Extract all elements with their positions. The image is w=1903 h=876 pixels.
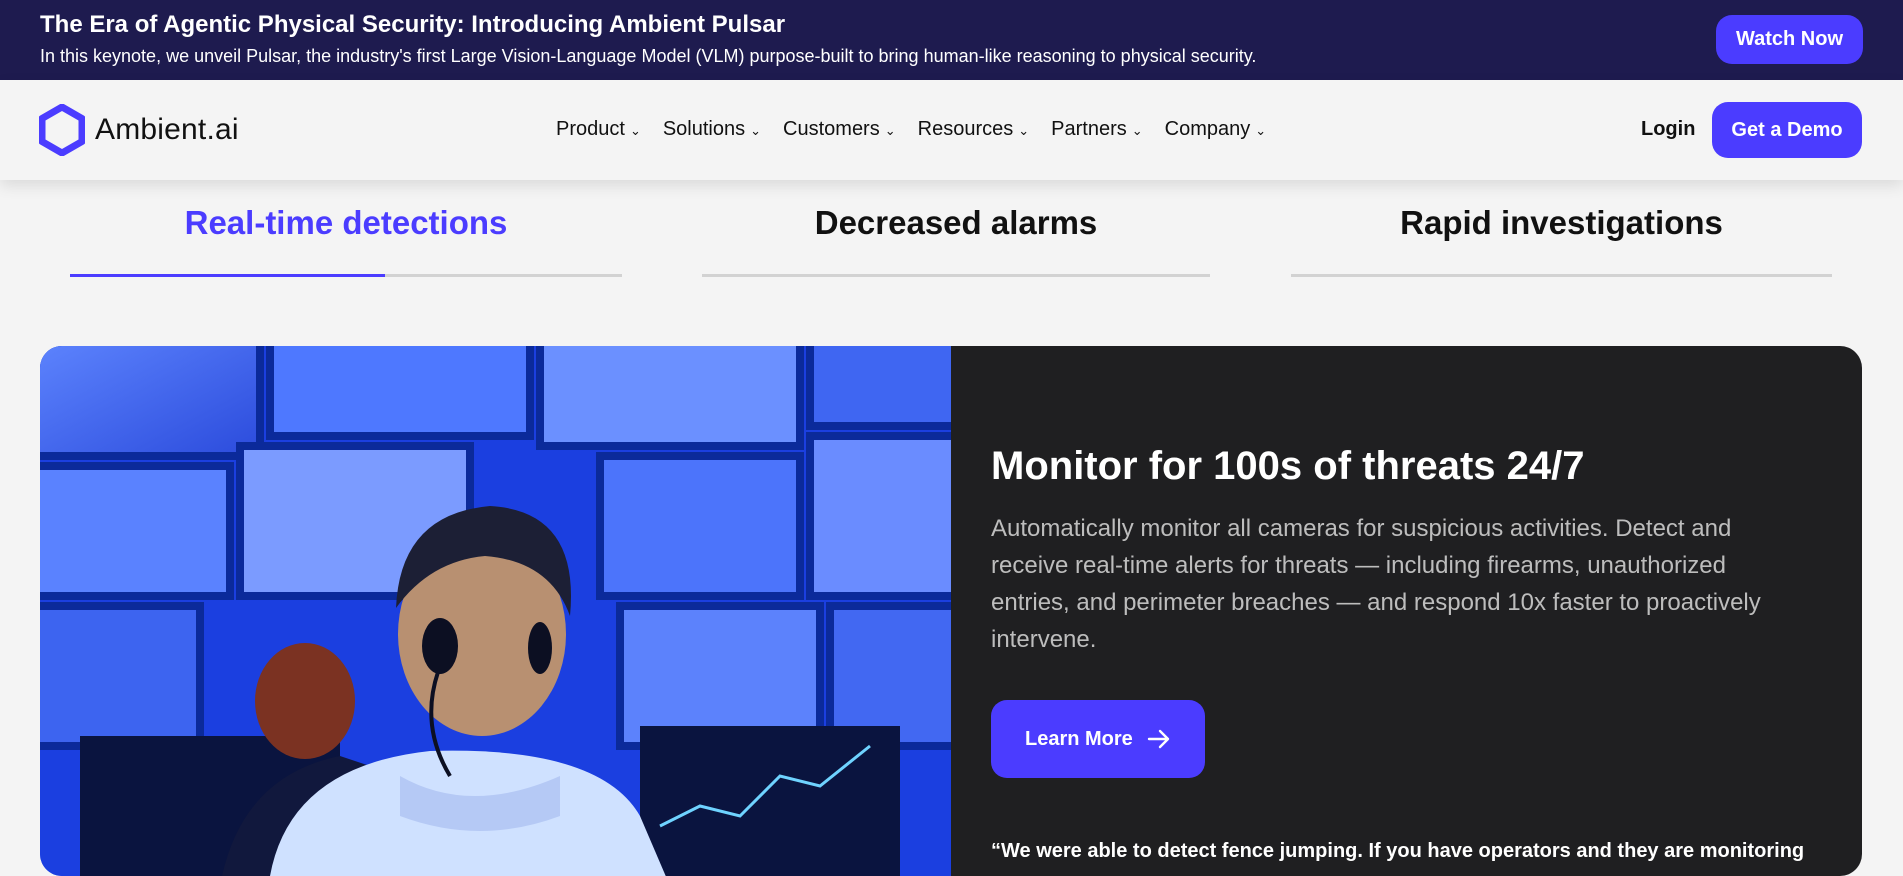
feature-card: Monitor for 100s of threats 24/7 Automat… xyxy=(40,346,1862,876)
learn-more-button[interactable]: Learn More xyxy=(991,700,1205,778)
logo[interactable]: Ambient.ai xyxy=(39,104,239,156)
feature-description: Automatically monitor all cameras for su… xyxy=(991,515,1761,653)
nav-item-label: Customers xyxy=(783,118,880,140)
tab-underline xyxy=(1291,274,1832,277)
chevron-down-icon: ⌄ xyxy=(629,122,641,138)
nav-item-customers[interactable]: Customers ⌄ xyxy=(783,118,896,141)
login-link[interactable]: Login xyxy=(1641,118,1695,141)
hexagon-logo-icon xyxy=(39,104,85,156)
operator-illustration xyxy=(40,346,951,876)
nav-item-label: Product xyxy=(556,118,625,140)
tab-underline xyxy=(70,274,622,277)
tab-real-time-detections[interactable]: Real-time detections xyxy=(70,204,622,242)
chevron-down-icon: ⌄ xyxy=(884,122,896,138)
nav-item-resources[interactable]: Resources ⌄ xyxy=(918,118,1030,141)
announcement-bar: The Era of Agentic Physical Security: In… xyxy=(0,0,1903,80)
tab-underline xyxy=(702,274,1210,277)
tab-decreased-alarms[interactable]: Decreased alarms xyxy=(702,204,1210,242)
chevron-down-icon: ⌄ xyxy=(1018,122,1030,138)
chevron-down-icon: ⌄ xyxy=(1131,122,1143,138)
nav-item-label: Partners xyxy=(1051,118,1127,140)
nav-item-label: Resources xyxy=(917,118,1014,140)
nav-item-label: Solutions xyxy=(662,118,746,140)
security-operator-image xyxy=(40,346,951,876)
tab-rapid-investigations[interactable]: Rapid investigations xyxy=(1291,204,1832,242)
feature-content: Monitor for 100s of threats 24/7 Automat… xyxy=(951,346,1862,876)
nav-item-product[interactable]: Product ⌄ xyxy=(556,118,641,141)
watch-now-button[interactable]: Watch Now xyxy=(1715,15,1863,64)
feature-tabs: Real-time detections Decreased alarms Ra… xyxy=(0,180,1903,280)
arrow-right-icon xyxy=(1147,729,1170,749)
tab-progress-bar xyxy=(70,274,385,277)
chevron-down-icon: ⌄ xyxy=(750,122,762,138)
nav-item-company[interactable]: Company ⌄ xyxy=(1165,118,1267,141)
main-nav: Ambient.ai Product ⌄ Solutions ⌄ Custome… xyxy=(0,80,1903,180)
nav-menu: Product ⌄ Solutions ⌄ Customers ⌄ Resour… xyxy=(556,118,1288,141)
learn-more-label: Learn More xyxy=(1025,727,1133,750)
nav-item-partners[interactable]: Partners ⌄ xyxy=(1051,118,1143,141)
nav-item-label: Company xyxy=(1164,118,1251,140)
customer-quote: “We were able to detect fence jumping. I… xyxy=(991,840,1805,862)
announcement-title: The Era of Agentic Physical Security: In… xyxy=(40,11,786,38)
chevron-down-icon: ⌄ xyxy=(1255,122,1267,138)
nav-item-solutions[interactable]: Solutions ⌄ xyxy=(663,118,761,141)
feature-heading: Monitor for 100s of threats 24/7 xyxy=(991,444,1585,488)
announcement-description: In this keynote, we unveil Pulsar, the i… xyxy=(40,46,1257,66)
get-demo-button[interactable]: Get a Demo xyxy=(1712,102,1862,158)
logo-wordmark: Ambient.ai xyxy=(95,113,239,146)
